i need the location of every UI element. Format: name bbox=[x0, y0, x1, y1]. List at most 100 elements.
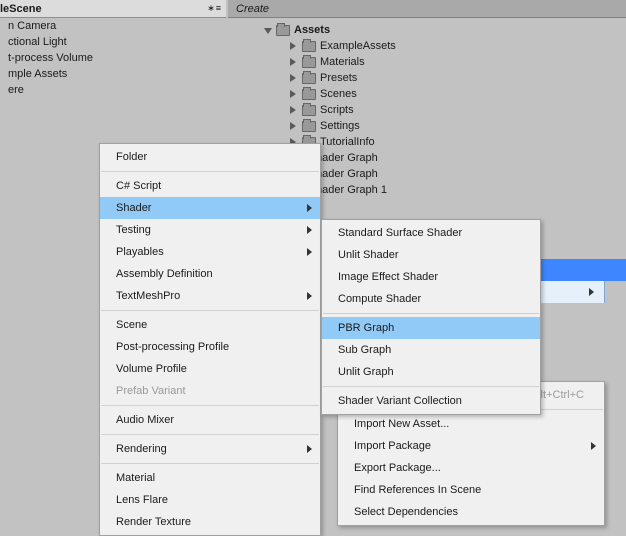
menu-item-label: Material bbox=[116, 472, 155, 484]
expand-icon[interactable] bbox=[290, 122, 298, 130]
expand-icon[interactable] bbox=[264, 28, 272, 36]
create-menu-item[interactable]: Playables bbox=[100, 241, 320, 263]
hierarchy-header: leScene ∗≡ bbox=[0, 0, 226, 18]
shader-menu-item[interactable]: Compute Shader bbox=[322, 288, 540, 310]
folder-item[interactable]: Scenes bbox=[244, 86, 626, 102]
shader-menu-item[interactable]: Unlit Graph bbox=[322, 361, 540, 383]
folder-label: Settings bbox=[320, 120, 360, 132]
shader-menu-item[interactable]: Sub Graph bbox=[322, 339, 540, 361]
create-menu-item[interactable]: Folder bbox=[100, 146, 320, 168]
create-menu-item[interactable]: Assembly Definition bbox=[100, 263, 320, 285]
menu-item-label: PBR Graph bbox=[338, 322, 394, 334]
create-menu-item[interactable]: Post-processing Profile bbox=[100, 336, 320, 358]
create-menu-item[interactable]: Render Texture bbox=[100, 511, 320, 533]
shader-menu-item[interactable]: Standard Surface Shader bbox=[322, 222, 540, 244]
create-menu-item[interactable]: Shader bbox=[100, 197, 320, 219]
assets-menu-item[interactable]: Import Package bbox=[338, 435, 604, 457]
create-menu-item: Prefab Variant bbox=[100, 380, 320, 402]
hierarchy-item[interactable]: mple Assets bbox=[0, 66, 226, 82]
shader-menu-item[interactable]: PBR Graph bbox=[322, 317, 540, 339]
folder-icon bbox=[302, 89, 316, 100]
hierarchy-panel: leScene ∗≡ n Camera ctional Light t-proc… bbox=[0, 0, 226, 98]
shader-menu-item[interactable]: Shader Variant Collection bbox=[322, 390, 540, 412]
menu-item-label: Audio Mixer bbox=[116, 414, 174, 426]
folder-label: Scenes bbox=[320, 88, 357, 100]
menu-separator bbox=[101, 405, 319, 406]
menu-separator bbox=[101, 463, 319, 464]
create-menu-item[interactable]: Material bbox=[100, 467, 320, 489]
menu-separator bbox=[101, 434, 319, 435]
folder-item[interactable]: Scripts bbox=[244, 102, 626, 118]
hierarchy-item[interactable]: ctional Light bbox=[0, 34, 226, 50]
menu-item-label: Sub Graph bbox=[338, 344, 391, 356]
expand-icon[interactable] bbox=[290, 42, 298, 50]
assets-menu-item[interactable]: Import New Asset... bbox=[338, 413, 604, 435]
create-menu-item[interactable]: C# Script bbox=[100, 175, 320, 197]
project-header: Create bbox=[228, 0, 626, 18]
options-icon[interactable]: ∗≡ bbox=[207, 3, 222, 14]
hierarchy-title: leScene bbox=[0, 3, 42, 15]
asset-label: hader Graph bbox=[316, 152, 378, 164]
folder-icon bbox=[302, 105, 316, 116]
submenu-arrow-icon bbox=[591, 442, 596, 450]
menu-item-label: Scene bbox=[116, 319, 147, 331]
menu-item-label: Assembly Definition bbox=[116, 268, 213, 280]
hierarchy-item[interactable]: n Camera bbox=[0, 18, 226, 34]
menu-item-label: Volume Profile bbox=[116, 363, 187, 375]
expand-icon[interactable] bbox=[290, 106, 298, 114]
menu-separator bbox=[323, 386, 539, 387]
folder-label: ExampleAssets bbox=[320, 40, 396, 52]
create-menu-item[interactable]: Scene bbox=[100, 314, 320, 336]
submenu-arrow-icon bbox=[307, 226, 312, 234]
menu-item-label: Export Package... bbox=[354, 462, 441, 474]
expand-icon[interactable] bbox=[290, 58, 298, 66]
create-menu-item[interactable]: Audio Mixer bbox=[100, 409, 320, 431]
folder-icon bbox=[302, 73, 316, 84]
assets-menu-item[interactable]: Find References In Scene bbox=[338, 479, 604, 501]
context-menu-create: Folder C# Script Shader Testing Playables Ass… bbox=[99, 143, 321, 536]
menu-item-label: Image Effect Shader bbox=[338, 271, 438, 283]
create-menu-item[interactable]: Lens Flare bbox=[100, 489, 320, 511]
folder-icon bbox=[302, 121, 316, 132]
hierarchy-item[interactable]: t-process Volume bbox=[0, 50, 226, 66]
folder-label: Materials bbox=[320, 56, 365, 68]
menu-item-label: Standard Surface Shader bbox=[338, 227, 462, 239]
menu-item-label: Shader bbox=[116, 202, 151, 214]
create-menu-item[interactable]: Rendering bbox=[100, 438, 320, 460]
expand-icon[interactable] bbox=[290, 90, 298, 98]
menu-item-label: Find References In Scene bbox=[354, 484, 481, 496]
expand-icon[interactable] bbox=[290, 74, 298, 82]
menu-separator bbox=[101, 171, 319, 172]
menu-item-label: Unlit Graph bbox=[338, 366, 394, 378]
menu-item-label: Select Dependencies bbox=[354, 506, 458, 518]
hierarchy-item[interactable]: ere bbox=[0, 82, 226, 98]
folder-item[interactable]: Settings bbox=[244, 118, 626, 134]
shader-menu-item[interactable]: Unlit Shader bbox=[322, 244, 540, 266]
submenu-arrow-icon bbox=[307, 445, 312, 453]
shader-menu-item[interactable]: Image Effect Shader bbox=[322, 266, 540, 288]
create-label[interactable]: Create bbox=[236, 3, 269, 15]
assets-menu-item[interactable]: Select Dependencies bbox=[338, 501, 604, 523]
folder-item[interactable]: Materials bbox=[244, 54, 626, 70]
create-menu-item[interactable]: Testing bbox=[100, 219, 320, 241]
submenu-arrow-icon bbox=[307, 292, 312, 300]
menu-item-label: Shader Variant Collection bbox=[338, 395, 462, 407]
menu-item-label: Playables bbox=[116, 246, 164, 258]
folder-icon bbox=[276, 25, 290, 36]
folder-item[interactable]: ExampleAssets bbox=[244, 38, 626, 54]
menu-item-label: Folder bbox=[116, 151, 147, 163]
menu-separator bbox=[101, 310, 319, 311]
folder-label: Assets bbox=[294, 24, 330, 36]
menu-item-label: Testing bbox=[116, 224, 151, 236]
menu-item-label: Compute Shader bbox=[338, 293, 421, 305]
menu-item-label: Lens Flare bbox=[116, 494, 168, 506]
create-menu-item[interactable]: TextMeshPro bbox=[100, 285, 320, 307]
menu-item-label: Unlit Shader bbox=[338, 249, 399, 261]
folder-item[interactable]: Presets bbox=[244, 70, 626, 86]
assets-menu-item[interactable]: Export Package... bbox=[338, 457, 604, 479]
menu-item-label: Post-processing Profile bbox=[116, 341, 229, 353]
folder-assets[interactable]: Assets bbox=[244, 22, 626, 38]
create-menu-item[interactable]: Volume Profile bbox=[100, 358, 320, 380]
submenu-caret-icon bbox=[589, 288, 594, 296]
menu-item-label: C# Script bbox=[116, 180, 161, 192]
